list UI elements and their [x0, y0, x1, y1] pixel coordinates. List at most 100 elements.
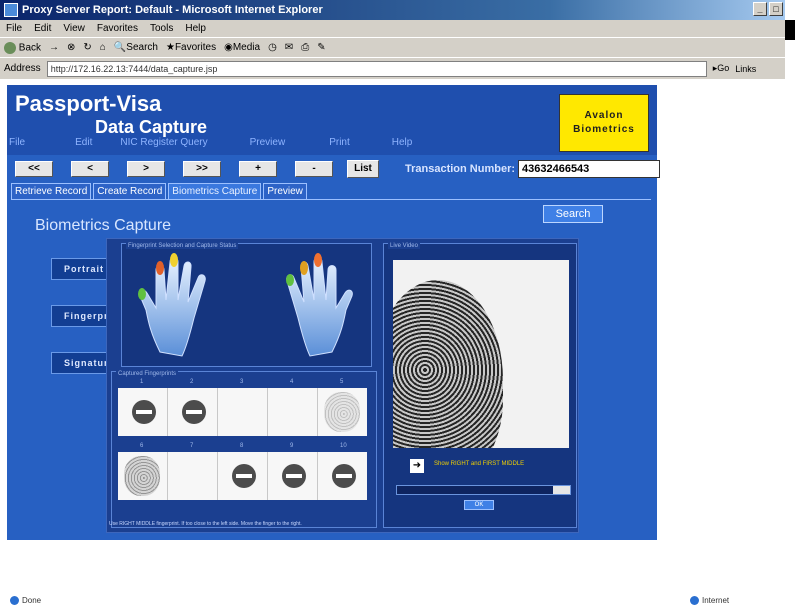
delete-record-button[interactable]: -	[295, 161, 333, 177]
signature-button[interactable]: Signature	[51, 352, 109, 374]
refresh-icon[interactable]: ↻	[83, 42, 91, 53]
app-menu-edit[interactable]: Edit	[75, 137, 92, 153]
portrait-button[interactable]: Portrait	[51, 258, 109, 280]
menu-help[interactable]: Help	[185, 23, 206, 34]
media-button[interactable]: ◉Media	[224, 42, 260, 53]
fingerprint-row-2: 6 7 8 9 10	[118, 443, 367, 500]
record-tabs: Retrieve Record Create Record Biometrics…	[11, 183, 307, 200]
address-label: Address	[4, 63, 41, 74]
fingerprint-slot-9[interactable]: 9	[268, 443, 318, 500]
tab-divider	[11, 199, 651, 200]
app-menu-nic-query[interactable]: NIC Register Query	[120, 137, 207, 153]
tab-preview[interactable]: Preview	[263, 183, 307, 200]
print-icon[interactable]: ⎙	[301, 42, 309, 53]
fingerprint-slot-4[interactable]: 4	[268, 379, 318, 436]
app-title: Passport-Visa	[15, 91, 162, 116]
record-navigation: << < > >> + - List Transaction Number: 4…	[15, 160, 660, 181]
not-captured-icon	[232, 464, 256, 488]
live-fingerprint	[393, 280, 503, 448]
fingerprint-capture-dialog: Fingerprint Selection and Capture Status	[106, 238, 579, 533]
last-record-button[interactable]: >>	[183, 161, 221, 177]
address-input[interactable]: http://172.16.22.13:7444/data_capture.js…	[46, 60, 707, 77]
menu-file[interactable]: File	[6, 23, 22, 34]
arrow-right-icon: ➜	[410, 459, 424, 473]
back-button[interactable]: Back	[4, 41, 41, 54]
tab-biometrics-capture[interactable]: Biometrics Capture	[168, 183, 262, 200]
go-button[interactable]: ▸Go	[713, 63, 730, 74]
tab-retrieve-record[interactable]: Retrieve Record	[11, 183, 92, 200]
forward-icon[interactable]: →	[49, 42, 59, 53]
fingerprints-button[interactable]: Fingerprints	[51, 305, 109, 327]
browser-toolbar: Back → ⊗ ↻ ⌂ 🔍Search ★Favorites ◉Media ◷…	[0, 37, 785, 57]
previous-record-button[interactable]: <	[71, 161, 109, 177]
finger-selection-title: Fingerprint Selection and Capture Status	[126, 243, 239, 249]
fingerprint-row-1: 1 2 3 4 5	[118, 379, 367, 436]
left-hand-icon[interactable]	[130, 252, 240, 364]
stop-icon[interactable]: ⊗	[67, 42, 75, 53]
search-record-button[interactable]: Search	[543, 205, 603, 223]
page-icon	[10, 596, 19, 605]
capture-progress-fill	[552, 486, 570, 494]
titlebar-edge	[785, 20, 795, 40]
transaction-number-label: Transaction Number:	[405, 163, 516, 175]
status-done: Done	[10, 596, 41, 605]
app-menu-print[interactable]: Print	[329, 137, 350, 153]
list-button[interactable]: List	[347, 160, 379, 178]
edit-icon[interactable]: ✎	[317, 42, 325, 53]
first-record-button[interactable]: <<	[15, 161, 53, 177]
fingerprint-slot-8[interactable]: 8	[218, 443, 268, 500]
fingerprint-slot-6[interactable]: 6	[118, 443, 168, 500]
fingerprint-slot-1[interactable]: 1	[118, 379, 168, 436]
not-captured-icon	[282, 464, 306, 488]
links-button[interactable]: Links	[735, 64, 756, 74]
menu-view[interactable]: View	[63, 23, 85, 34]
fingerprint-thumbnail	[324, 392, 360, 432]
search-button[interactable]: 🔍Search	[114, 42, 158, 53]
next-record-button[interactable]: >	[127, 161, 165, 177]
not-captured-icon	[332, 464, 356, 488]
minimize-button[interactable]: _	[753, 2, 767, 16]
menu-favorites[interactable]: Favorites	[97, 23, 138, 34]
window-titlebar: Proxy Server Report: Default - Microsoft…	[0, 0, 785, 20]
finger-selection-panel: Fingerprint Selection and Capture Status	[121, 243, 372, 367]
live-video-title: Live Video	[388, 243, 420, 249]
maximize-button[interactable]: □	[769, 2, 783, 16]
capture-instruction: Show RIGHT and FIRST MIDDLE	[434, 461, 525, 467]
capture-hint: Use RIGHT MIDDLE fingerprint. If too clo…	[109, 521, 302, 527]
ie-icon	[4, 3, 18, 17]
app-menu-help[interactable]: Help	[392, 137, 413, 153]
app-menu-file[interactable]: File	[9, 137, 25, 153]
favorites-button[interactable]: ★Favorites	[166, 42, 216, 53]
ok-button[interactable]: OK	[464, 500, 494, 510]
live-fingerprint-image	[393, 260, 569, 448]
menu-edit[interactable]: Edit	[34, 23, 51, 34]
app-header: Passport-Visa Data Capture Avalon Biomet…	[7, 85, 657, 155]
browser-menubar: File Edit View Favorites Tools Help	[0, 20, 785, 37]
mail-icon[interactable]: ✉	[285, 42, 293, 53]
app-container: Passport-Visa Data Capture Avalon Biomet…	[7, 85, 660, 540]
add-record-button[interactable]: +	[239, 161, 277, 177]
app-menu: File Edit NIC Register Query Preview Pri…	[7, 137, 547, 153]
fingerprint-slot-3[interactable]: 3	[218, 379, 268, 436]
menu-tools[interactable]: Tools	[150, 23, 173, 34]
status-zone: Internet	[690, 596, 729, 605]
home-icon[interactable]: ⌂	[100, 42, 106, 53]
address-bar: Address http://172.16.22.13:7444/data_ca…	[0, 57, 785, 79]
history-icon[interactable]: ◷	[268, 42, 277, 53]
not-captured-icon	[182, 400, 206, 424]
captured-fingerprints-title: Captured Fingerprints	[116, 371, 179, 377]
tab-create-record[interactable]: Create Record	[93, 183, 167, 200]
app-subtitle: Data Capture	[95, 117, 208, 137]
transaction-number-field[interactable]: 43632466543	[518, 160, 660, 178]
not-captured-icon	[132, 400, 156, 424]
avalon-biometrics-logo: Avalon Biometrics	[559, 94, 649, 152]
fingerprint-slot-10[interactable]: 10	[318, 443, 367, 500]
live-video-panel: Live Video ➜ Show RIGHT and FIRST MIDDLE…	[383, 243, 577, 528]
fingerprint-slot-2[interactable]: 2	[168, 379, 218, 436]
section-title: Biometrics Capture	[35, 217, 172, 234]
right-hand-icon[interactable]	[252, 252, 362, 364]
fingerprint-slot-5[interactable]: 5	[318, 379, 367, 436]
app-menu-preview[interactable]: Preview	[250, 137, 286, 153]
back-arrow-icon	[4, 41, 16, 54]
fingerprint-slot-7[interactable]: 7	[168, 443, 218, 500]
